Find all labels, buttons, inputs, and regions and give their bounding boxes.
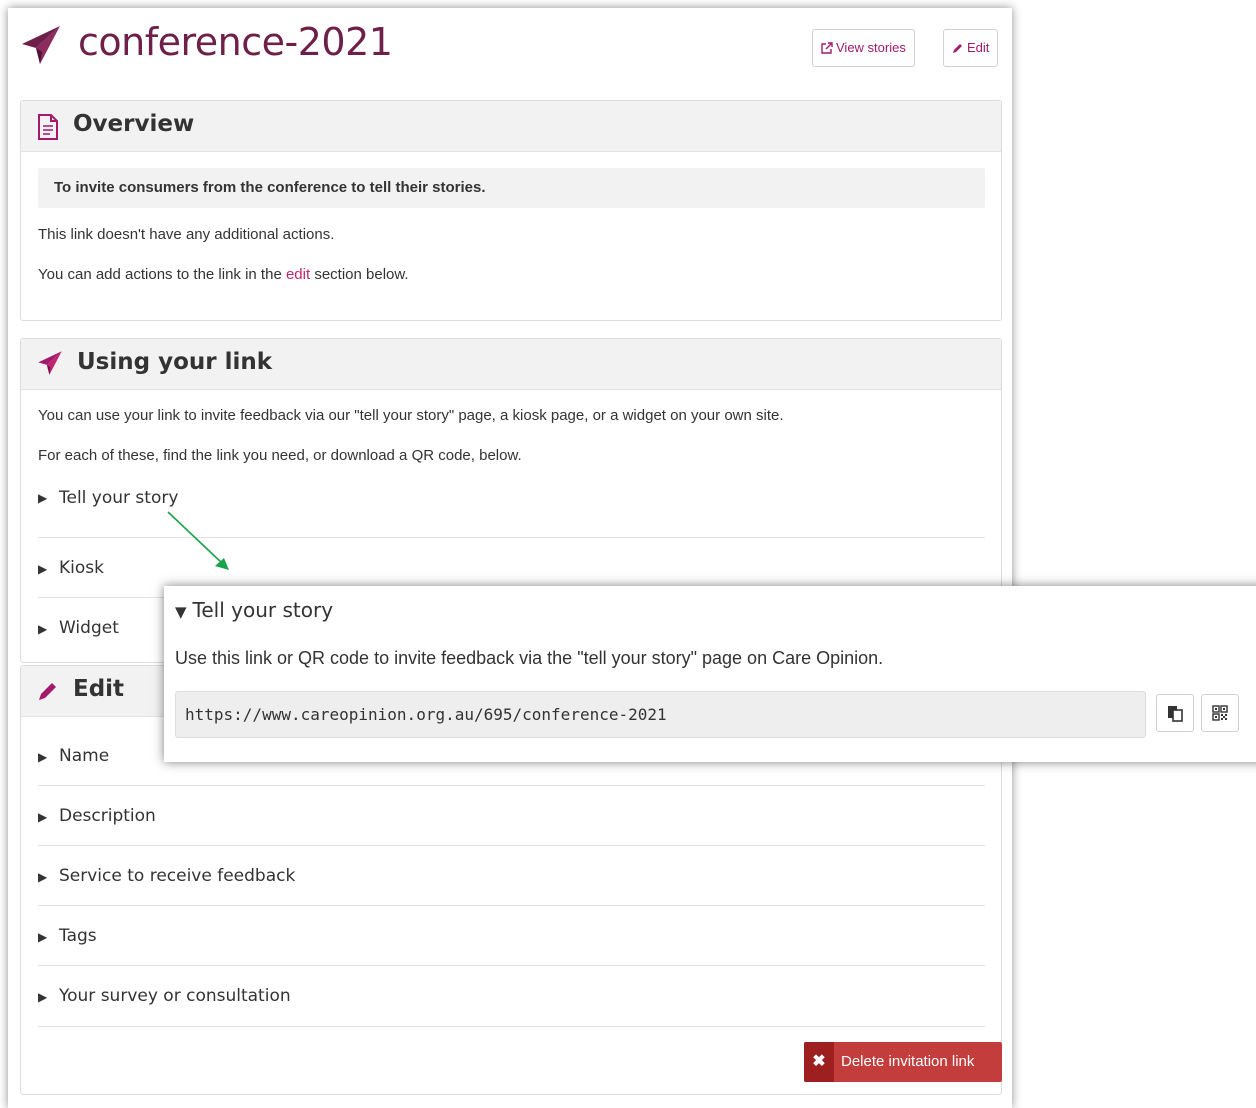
expanded-title: Tell your story [192, 598, 334, 622]
toggle-tags[interactable]: ▶ Tags [38, 906, 985, 966]
triangle-right-icon: ▶ [38, 622, 48, 636]
paper-plane-icon [20, 24, 62, 66]
toggle-label: Your survey or consultation [59, 986, 291, 1006]
triangle-right-icon: ▶ [38, 562, 48, 576]
page-card: conference-2021 View stories Edit Overvi [8, 8, 1012, 1108]
story-url-field[interactable]: https://www.careopinion.org.au/695/confe… [175, 691, 1146, 738]
triangle-right-icon: ▶ [38, 930, 48, 944]
page-header: conference-2021 View stories Edit [8, 8, 1012, 88]
tell-your-story-expanded[interactable]: ▼ Tell your story [175, 598, 333, 622]
toggle-label: Name [59, 746, 110, 766]
edit-button[interactable]: Edit [943, 29, 999, 67]
using-link-title: Using your link [77, 349, 273, 375]
page-title: conference-2021 [78, 20, 393, 64]
toggle-description[interactable]: ▶ Description [38, 786, 985, 846]
toggle-label: Service to receive feedback [59, 866, 296, 886]
copy-icon [1168, 706, 1183, 722]
pencil-icon [37, 680, 59, 706]
triangle-right-icon: ▶ [38, 870, 48, 884]
add-actions-before: You can add actions to the link in the [38, 266, 282, 283]
paper-plane-icon [37, 350, 63, 380]
triangle-right-icon: ▶ [38, 491, 48, 505]
copy-link-button[interactable] [1156, 694, 1194, 732]
delete-invitation-button[interactable]: ✖ Delete invitation link [804, 1042, 1002, 1082]
zoomed-callout: ▼ Tell your story Use this link or QR cod… [164, 586, 1256, 762]
edit-section-link[interactable]: edit [286, 266, 310, 283]
toggle-label: Tell your story [59, 488, 179, 508]
no-actions-text: This link doesn't have any additional ac… [38, 226, 335, 243]
triangle-down-icon: ▼ [175, 603, 187, 621]
triangle-right-icon: ▶ [38, 810, 48, 824]
overview-panel: Overview To invite consumers from the co… [20, 100, 1002, 321]
overview-description: To invite consumers from the conference … [38, 168, 985, 208]
using-link-intro: You can use your link to invite feedback… [38, 407, 784, 424]
toggle-label: Description [59, 806, 156, 826]
using-link-instructions: For each of these, find the link you nee… [38, 447, 522, 464]
toggle-service[interactable]: ▶ Service to receive feedback [38, 846, 985, 906]
toggle-tell-your-story[interactable]: ▶ Tell your story [38, 479, 985, 538]
overview-title: Overview [73, 111, 195, 137]
tell-your-story-description: Use this link or QR code to invite feedb… [175, 648, 884, 668]
qr-code-button[interactable] [1201, 694, 1239, 732]
toggle-label: Widget [59, 618, 119, 638]
close-icon: ✖ [804, 1042, 834, 1082]
add-actions-after: section below. [314, 266, 409, 283]
view-stories-label: View stories [836, 40, 906, 55]
edit-title: Edit [73, 676, 125, 702]
using-link-header: Using your link [21, 339, 1001, 390]
toggle-label: Tags [59, 926, 97, 946]
edit-footer: ✖ Delete invitation link [38, 1042, 1002, 1082]
edit-label: Edit [967, 40, 990, 55]
qr-code-icon [1212, 705, 1228, 721]
overview-header: Overview [21, 101, 1001, 152]
triangle-right-icon: ▶ [38, 750, 48, 764]
external-link-icon [821, 42, 833, 54]
view-stories-button[interactable]: View stories [812, 29, 915, 67]
pencil-icon [953, 44, 962, 53]
toggle-label: Kiosk [59, 558, 104, 578]
document-icon [37, 114, 59, 144]
triangle-right-icon: ▶ [38, 990, 48, 1004]
delete-label: Delete invitation link [841, 1053, 975, 1070]
toggle-survey[interactable]: ▶ Your survey or consultation [38, 966, 985, 1027]
add-actions-text: You can add actions to the link in the e… [38, 266, 409, 283]
